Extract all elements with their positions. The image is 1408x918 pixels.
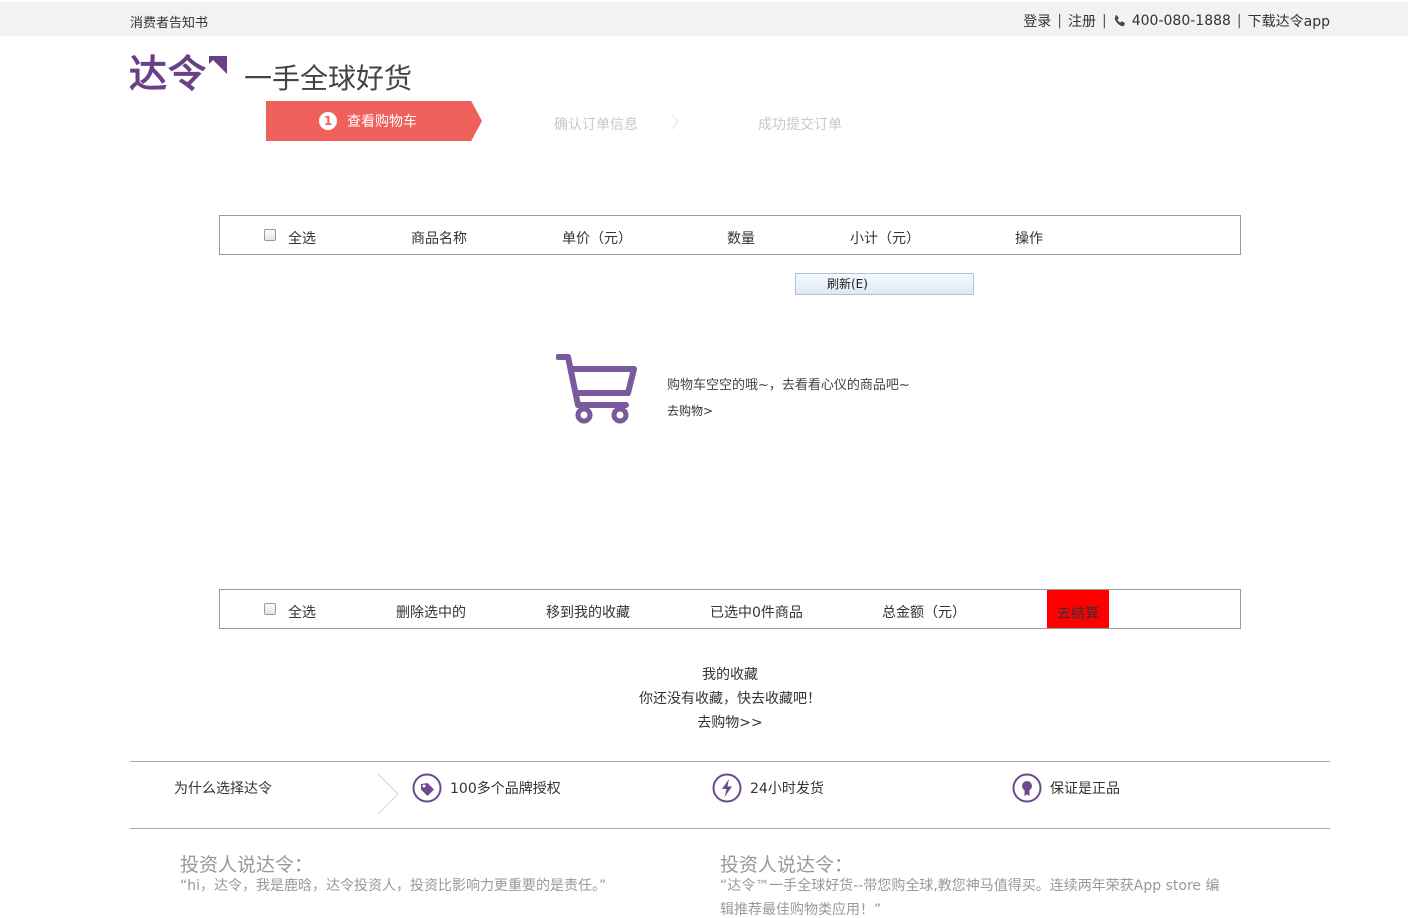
- chevron-right-icon: [671, 114, 679, 130]
- badge-icon: [1012, 773, 1042, 803]
- delete-selected-button[interactable]: 删除选中的: [396, 602, 466, 622]
- divider: |: [1102, 13, 1107, 29]
- feature-24h-shipping: 24小时发货: [712, 773, 824, 803]
- step-number: 1: [319, 112, 337, 130]
- total-amount-label: 总金额（元）: [882, 605, 966, 621]
- tag-icon: [412, 773, 442, 803]
- feature-label: 100多个品牌授权: [450, 781, 561, 797]
- select-all-label: 全选: [288, 231, 316, 247]
- step-view-cart: 1 查看购物车: [266, 101, 482, 141]
- checkout-steps: 1 查看购物车 确认订单信息 成功提交订单: [266, 101, 886, 141]
- divider: |: [1057, 13, 1063, 29]
- select-all-label: 全选: [288, 605, 316, 621]
- subtotal-header: 小计（元）: [850, 231, 920, 247]
- login-link[interactable]: 登录: [1023, 11, 1051, 31]
- investor-quote-text: “达令™一手全球好货--带您购全球,教您神马值得买。连续两年荣获App stor…: [720, 878, 1220, 918]
- download-app-link[interactable]: 下载达令app: [1248, 11, 1330, 31]
- phone-number: 400-080-1888: [1131, 13, 1231, 29]
- phone-icon: [1114, 15, 1125, 27]
- quantity-header: 数量: [727, 231, 755, 247]
- go-shopping-link[interactable]: 去购物>: [667, 402, 713, 419]
- brand-name: 达令: [129, 51, 208, 96]
- lightning-icon: [712, 773, 742, 803]
- step-order-submitted: 成功提交订单: [758, 117, 842, 133]
- cart-table-header: 全选 商品名称 单价（元） 数量 小计（元） 操作: [219, 215, 1241, 255]
- slogan: 一手全球好货: [244, 62, 413, 95]
- step-label: 查看购物车: [347, 114, 417, 130]
- chevron-right-icon: [377, 773, 399, 815]
- empty-cart-message: 购物车空空的哦~，去看看心仪的商品吧~: [667, 378, 910, 393]
- product-name-header: 商品名称: [411, 231, 467, 247]
- divider: |: [1236, 13, 1242, 29]
- checkout-button[interactable]: 去结算: [1047, 590, 1109, 628]
- top-right-links: 登录 | 注册 | 400-080-1888 | 下载达令app: [1023, 11, 1330, 31]
- feature-label: 保证是正品: [1050, 781, 1120, 797]
- investor-quote-title: 投资人说达令：: [720, 854, 854, 876]
- why-choose-title: 为什么选择达令: [174, 781, 272, 797]
- refresh-button[interactable]: 刷新(E): [795, 273, 974, 295]
- feature-label: 24小时发货: [750, 781, 824, 797]
- logo[interactable]: 达令: [129, 51, 228, 96]
- unit-price-header: 单价（元）: [562, 231, 632, 247]
- select-all-checkbox-bottom[interactable]: [264, 603, 276, 615]
- move-to-favorites-button[interactable]: 移到我的收藏: [546, 602, 630, 622]
- investor-quote-text: “hi，达令，我是鹿晗，达令投资人，投资比影响力更重要的是责任。”: [180, 878, 607, 894]
- step-confirm-order: 确认订单信息: [554, 117, 638, 133]
- why-choose-section: 为什么选择达令 100多个品牌授权 24小时发货 保证是正品: [130, 761, 1330, 829]
- select-all-checkbox[interactable]: [264, 229, 276, 241]
- top-bar: 消费者告知书 登录 | 注册 | 400-080-1888 | 下载达令app: [0, 2, 1408, 36]
- favorites-title: 我的收藏: [702, 667, 758, 683]
- logo-arrow-icon: [209, 56, 228, 74]
- cart-table-footer: 全选 删除选中的 移到我的收藏 已选中0件商品 总金额（元） 去结算: [219, 589, 1241, 629]
- feature-authentic: 保证是正品: [1012, 773, 1120, 803]
- register-link[interactable]: 注册: [1068, 11, 1096, 31]
- investor-quote-title: 投资人说达令：: [180, 854, 314, 876]
- selected-count: 已选中0件商品: [710, 605, 803, 621]
- shopping-cart-icon: [556, 354, 637, 424]
- action-header: 操作: [1015, 231, 1043, 247]
- favorites-empty-message: 你还没有收藏，快去收藏吧！: [639, 691, 821, 707]
- favorites-go-shopping-link[interactable]: 去购物>>: [0, 712, 1408, 732]
- feature-brand-license: 100多个品牌授权: [412, 773, 561, 803]
- consumer-notice-link[interactable]: 消费者告知书: [130, 12, 208, 31]
